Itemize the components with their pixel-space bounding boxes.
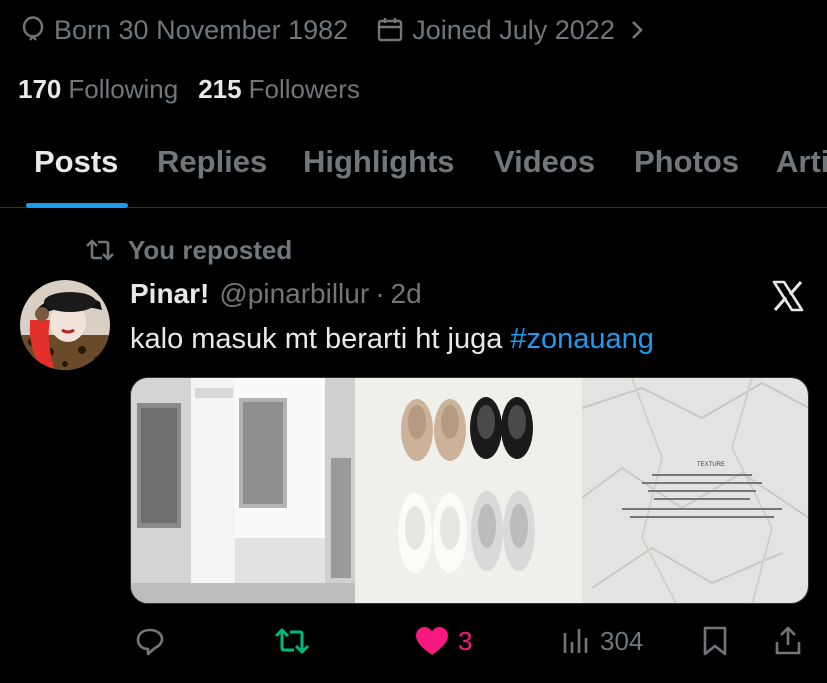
media-texture-image[interactable]: TEXTURE [581,378,808,603]
tweet-header: Pinar! @pinarbillur · 2d [130,274,422,314]
media-storefront-image[interactable] [131,378,356,603]
like-count: 3 [458,625,473,656]
views-chart-icon [563,629,588,653]
repost-active-icon [274,628,310,654]
tab-articles[interactable]: Arti [776,144,827,180]
active-tab-indicator [26,203,128,208]
profile-meta: Born 30 November 1982 Joined July 2022 [20,12,645,48]
followers-count: 215 [198,73,242,104]
tab-photos[interactable]: Photos [634,144,739,180]
author-name[interactable]: Pinar! [130,278,209,310]
profile-tabs: Posts Replies Highlights Videos Photos A… [0,120,827,208]
hashtag-link[interactable]: #zonauang [510,323,654,356]
tweet-body: kalo masuk mt berarti ht juga [130,322,503,355]
media-shoes-image[interactable] [355,378,582,603]
post-time[interactable]: 2d [391,278,422,310]
views-button[interactable]: 304 [560,618,643,664]
followers-link[interactable]: 215 Followers [198,74,360,105]
tab-videos[interactable]: Videos [494,144,595,180]
tweet-text: kalo masuk mt berarti ht juga #zonauang [130,318,654,360]
share-button[interactable] [773,618,811,664]
author-avatar[interactable] [20,280,110,370]
calendar-icon [377,18,403,42]
bookmark-button[interactable] [701,618,737,664]
x-logo-icon [770,278,806,314]
tab-highlights[interactable]: Highlights [303,144,455,180]
tweet-media[interactable]: TEXTURE [130,377,809,604]
repost-button[interactable] [273,618,319,664]
share-icon [775,626,801,655]
tweet-actions: 3 304 [0,618,827,664]
heart-filled-icon [416,627,448,655]
reply-icon [136,628,164,656]
joined-text: Joined July 2022 [412,14,615,45]
following-count: 170 [18,73,62,104]
born-info: Born 30 November 1982 [20,15,348,46]
repost-icon [86,239,114,261]
joined-info[interactable]: Joined July 2022 [376,15,615,46]
followers-label: Followers [248,73,360,104]
tab-posts[interactable]: Posts [34,144,118,180]
separator-dot: · [375,278,385,309]
views-count: 304 [600,625,644,656]
chevron-right-icon[interactable] [629,18,645,42]
following-label: Following [68,73,179,104]
follow-stats: 170 Following 215 Followers [18,70,380,108]
repost-label: You reposted [128,234,293,265]
bookmark-icon [703,626,727,656]
following-link[interactable]: 170 Following [18,74,178,105]
like-button[interactable]: 3 [414,618,472,664]
repost-context[interactable]: You reposted [84,232,292,268]
author-handle[interactable]: @pinarbillur [219,278,369,310]
balloon-icon [22,16,44,41]
reply-button[interactable] [134,618,174,664]
born-text: Born 30 November 1982 [54,14,349,45]
texture-label: TEXTURE [697,462,725,468]
tab-replies[interactable]: Replies [157,144,267,180]
